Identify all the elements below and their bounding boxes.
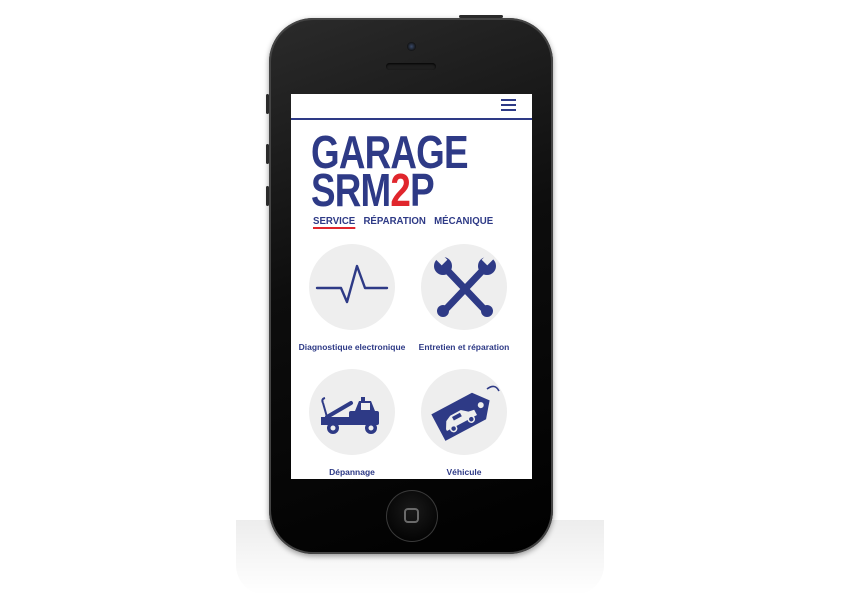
crossed-wrenches-icon bbox=[421, 244, 507, 330]
volume-up-button bbox=[266, 144, 269, 164]
hamburger-menu-icon[interactable] bbox=[501, 99, 516, 111]
logo-tagline: SERVICE RÉPARATION MÉCANIQUE bbox=[313, 215, 497, 229]
tagline-reparation: RÉPARATION bbox=[363, 215, 426, 227]
top-navbar bbox=[291, 94, 532, 120]
service-label-towing: Dépannage bbox=[329, 467, 375, 477]
mute-switch bbox=[266, 94, 269, 114]
tagline-mecanique: MÉCANIQUE bbox=[434, 215, 494, 227]
service-label-maintenance: Entretien et réparation bbox=[418, 342, 510, 352]
home-button[interactable] bbox=[386, 490, 438, 542]
service-tile-diagnostic[interactable]: Diagnostique electronique bbox=[293, 244, 411, 364]
power-button bbox=[459, 15, 503, 18]
logo-accent-digit: 2 bbox=[390, 164, 411, 216]
logo-line-srm2p: SRM2P bbox=[311, 164, 435, 216]
tow-truck-icon bbox=[309, 369, 395, 455]
phone-frame: GARAGE SRM2P SERVICE RÉPARATION MÉCANIQU… bbox=[266, 15, 553, 554]
home-square-icon bbox=[404, 508, 419, 523]
garage-logo[interactable]: GARAGE SRM2P SERVICE RÉPARATION MÉCANIQU… bbox=[311, 129, 511, 230]
service-tile-vehicle[interactable]: Véhicule bbox=[405, 369, 523, 479]
service-label-diagnostic: Diagnostique electronique bbox=[298, 342, 406, 352]
volume-down-button bbox=[266, 186, 269, 206]
earpiece-speaker bbox=[386, 63, 436, 70]
tagline-service: SERVICE bbox=[313, 215, 356, 229]
service-tile-maintenance[interactable]: Entretien et réparation bbox=[405, 244, 523, 364]
front-camera bbox=[407, 42, 416, 51]
car-price-tag-icon bbox=[421, 369, 507, 455]
phone-screen: GARAGE SRM2P SERVICE RÉPARATION MÉCANIQU… bbox=[291, 94, 532, 479]
service-label-vehicle: Véhicule bbox=[446, 467, 482, 477]
pulse-line-icon bbox=[309, 244, 395, 330]
service-tile-towing[interactable]: Dépannage bbox=[293, 369, 411, 479]
